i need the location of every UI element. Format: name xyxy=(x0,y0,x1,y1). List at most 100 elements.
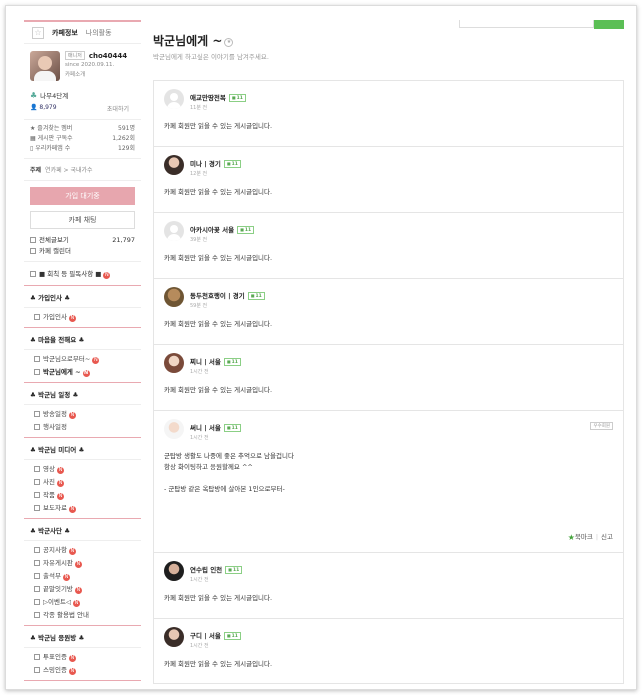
topic-value[interactable]: 연카페 > 국내가수 xyxy=(45,167,92,174)
cafe-chat-button[interactable]: 카페 채팅 xyxy=(30,211,135,229)
sidebar-item[interactable]: 자유게시판 N xyxy=(30,557,135,570)
board-icon xyxy=(34,479,40,485)
post-body: 카페 회원만 읽을 수 있는 게시글입니다. xyxy=(164,593,613,604)
post-time: 1시간 전 xyxy=(190,369,209,375)
avatar[interactable] xyxy=(164,353,184,373)
board-icon xyxy=(34,356,40,362)
join-pending-button[interactable]: 가입 대기중 xyxy=(30,187,135,205)
post-text-line: 카페 회원만 읽을 수 있는 게시글입니다. xyxy=(164,660,273,668)
board-icon xyxy=(30,237,36,243)
avatar[interactable] xyxy=(30,51,60,81)
sidebar-item[interactable]: 가입인사 N xyxy=(30,311,135,324)
author-name[interactable]: 찌니 | 서울11 xyxy=(190,356,241,366)
sidebar-item[interactable]: 각종 활용법 안내 xyxy=(30,609,135,622)
sidebar-item[interactable]: ▷이벤트◁ N xyxy=(30,596,135,609)
post-item: 미나 | 경기11 12분 전카페 회원만 읽을 수 있는 게시글입니다. xyxy=(153,146,624,212)
sidebar-item[interactable]: 보도자료 N xyxy=(30,502,135,515)
sidebar-item[interactable]: 공지사항 N xyxy=(30,544,135,557)
level-badge: 11 xyxy=(223,632,241,640)
manager-nickname[interactable]: cho40444 xyxy=(89,52,127,60)
member-count[interactable]: 👤 8,979 xyxy=(30,104,57,113)
post-item: 연수립 인천11 1시간 전카페 회원만 읽을 수 있는 게시글입니다. xyxy=(153,552,624,618)
sidebar-item-label: 박군님으로부터~ xyxy=(43,355,91,363)
post-body: 카페 회원만 읽을 수 있는 게시글입니다. xyxy=(164,187,613,198)
cafe-intro-link[interactable]: 카페소개 xyxy=(65,70,127,78)
sidebar-item[interactable]: 방송일정 N xyxy=(30,408,135,421)
page-title: 박군님에게 ~ ★ xyxy=(153,32,234,49)
sidebar-item[interactable]: 사진 N xyxy=(30,476,135,489)
search-button[interactable] xyxy=(594,20,624,29)
sidebar-item[interactable]: 박군님으로부터~ N xyxy=(30,353,135,366)
sidebar-item-label: ▷이벤트◁ xyxy=(43,598,71,606)
post-text-line: 카페 회원만 읽을 수 있는 게시글입니다. xyxy=(164,254,273,262)
sidebar-item[interactable]: 출석부 N xyxy=(30,570,135,583)
sidebar-item[interactable]: 작품 N xyxy=(30,489,135,502)
new-badge-icon: N xyxy=(72,600,80,607)
sidebar-item[interactable]: 끝말잇기방 N xyxy=(30,583,135,596)
board-icon xyxy=(34,612,40,618)
stat-app-count: ▯ 우리카페앱 수 129회 xyxy=(30,144,135,154)
author-name[interactable]: 아카시아꽃 서울11 xyxy=(190,224,255,234)
info-icon[interactable]: ★ xyxy=(224,38,234,47)
sidebar-item[interactable]: 영상 N xyxy=(30,463,135,476)
avatar[interactable] xyxy=(164,89,184,109)
post-time: 12분 전 xyxy=(190,171,208,177)
tab-my-activity[interactable]: 나의활동 xyxy=(86,28,112,38)
sidebar-tabs: ☆ 카페정보 나의활동 xyxy=(24,22,141,44)
new-badge-icon: N xyxy=(68,655,76,662)
calendar-link[interactable]: 카페 캘린더 xyxy=(30,246,135,257)
tree-icon: ♣ xyxy=(30,90,38,100)
sidebar-item[interactable]: 스밍인증 N xyxy=(30,664,135,677)
avatar[interactable] xyxy=(164,287,184,307)
author-name[interactable]: 써니 | 서울11 xyxy=(190,422,241,432)
sidebar-item[interactable]: 행사일정 xyxy=(30,421,135,434)
avatar[interactable] xyxy=(164,561,184,581)
author-name[interactable]: 연수립 인천11 xyxy=(190,564,243,574)
stat-value: 591명 xyxy=(118,125,135,132)
search-input[interactable] xyxy=(459,20,594,28)
board-icon xyxy=(34,560,40,566)
sidebar-item-rules[interactable]: ■ 회칙 등 필독사항 ■ N xyxy=(24,262,141,286)
board-icon xyxy=(34,599,40,605)
level-badge: 11 xyxy=(223,424,241,432)
sidebar-item-label: 끝말잇기방 xyxy=(43,585,73,593)
author-name[interactable]: 구디 | 서울11 xyxy=(190,630,241,640)
bookmark-button[interactable]: ★북마크 xyxy=(568,533,593,542)
menu-group-title: ♣ 가입인사 ♣ xyxy=(24,286,141,308)
new-badge-icon: N xyxy=(56,467,64,474)
new-badge-icon: N xyxy=(56,493,64,500)
new-badge-icon: N xyxy=(68,315,76,322)
avatar[interactable] xyxy=(164,419,184,439)
board-icon xyxy=(34,586,40,592)
sidebar-item[interactable]: 투표인증 N xyxy=(30,651,135,664)
sidebar-item-label: 방송일정 xyxy=(43,410,67,418)
post-text-line xyxy=(164,473,613,484)
menu-group-title: ♣ 박군사단 ♣ xyxy=(24,519,141,541)
report-button[interactable]: 신고 xyxy=(601,533,613,541)
members-icon: 👤 xyxy=(30,104,40,111)
author-name[interactable]: 동두천호랭이 | 경기11 xyxy=(190,290,265,300)
new-badge-icon: N xyxy=(103,272,111,279)
avatar[interactable] xyxy=(164,155,184,175)
quick-links: 전체글보기 21,797 카페 캘린더 xyxy=(24,229,141,262)
author-name[interactable]: 애교만땅전복11 xyxy=(190,92,246,102)
post-time: 39분 전 xyxy=(190,237,208,243)
all-posts-link[interactable]: 전체글보기 21,797 xyxy=(30,235,135,246)
sidebar-item[interactable]: 박군님에게 ~ N xyxy=(30,366,135,379)
new-badge-icon: N xyxy=(68,548,76,555)
avatar[interactable] xyxy=(164,221,184,241)
level-badge: 11 xyxy=(228,94,246,102)
invite-link[interactable]: 초대하기 xyxy=(107,104,129,113)
sidebar-item-label: 작품 xyxy=(43,491,55,499)
post-item: 동두천호랭이 | 경기11 59분 전카페 회원만 읽을 수 있는 게시글입니다. xyxy=(153,278,624,344)
author-name[interactable]: 미나 | 경기11 xyxy=(190,158,241,168)
stat-value: 1,262회 xyxy=(112,135,135,142)
new-badge-icon: N xyxy=(56,480,64,487)
favorite-star-icon[interactable]: ☆ xyxy=(32,26,44,39)
stat-favorite-members: ★ 즐겨찾는 멤버 591명 xyxy=(30,124,135,134)
avatar[interactable] xyxy=(164,627,184,647)
tab-cafe-info[interactable]: 카페정보 xyxy=(52,28,78,38)
manager-badge: 매니저 xyxy=(65,51,85,60)
post-time: 1시간 전 xyxy=(190,577,209,583)
stat-label: ▯ 우리카페앱 수 xyxy=(30,145,71,152)
